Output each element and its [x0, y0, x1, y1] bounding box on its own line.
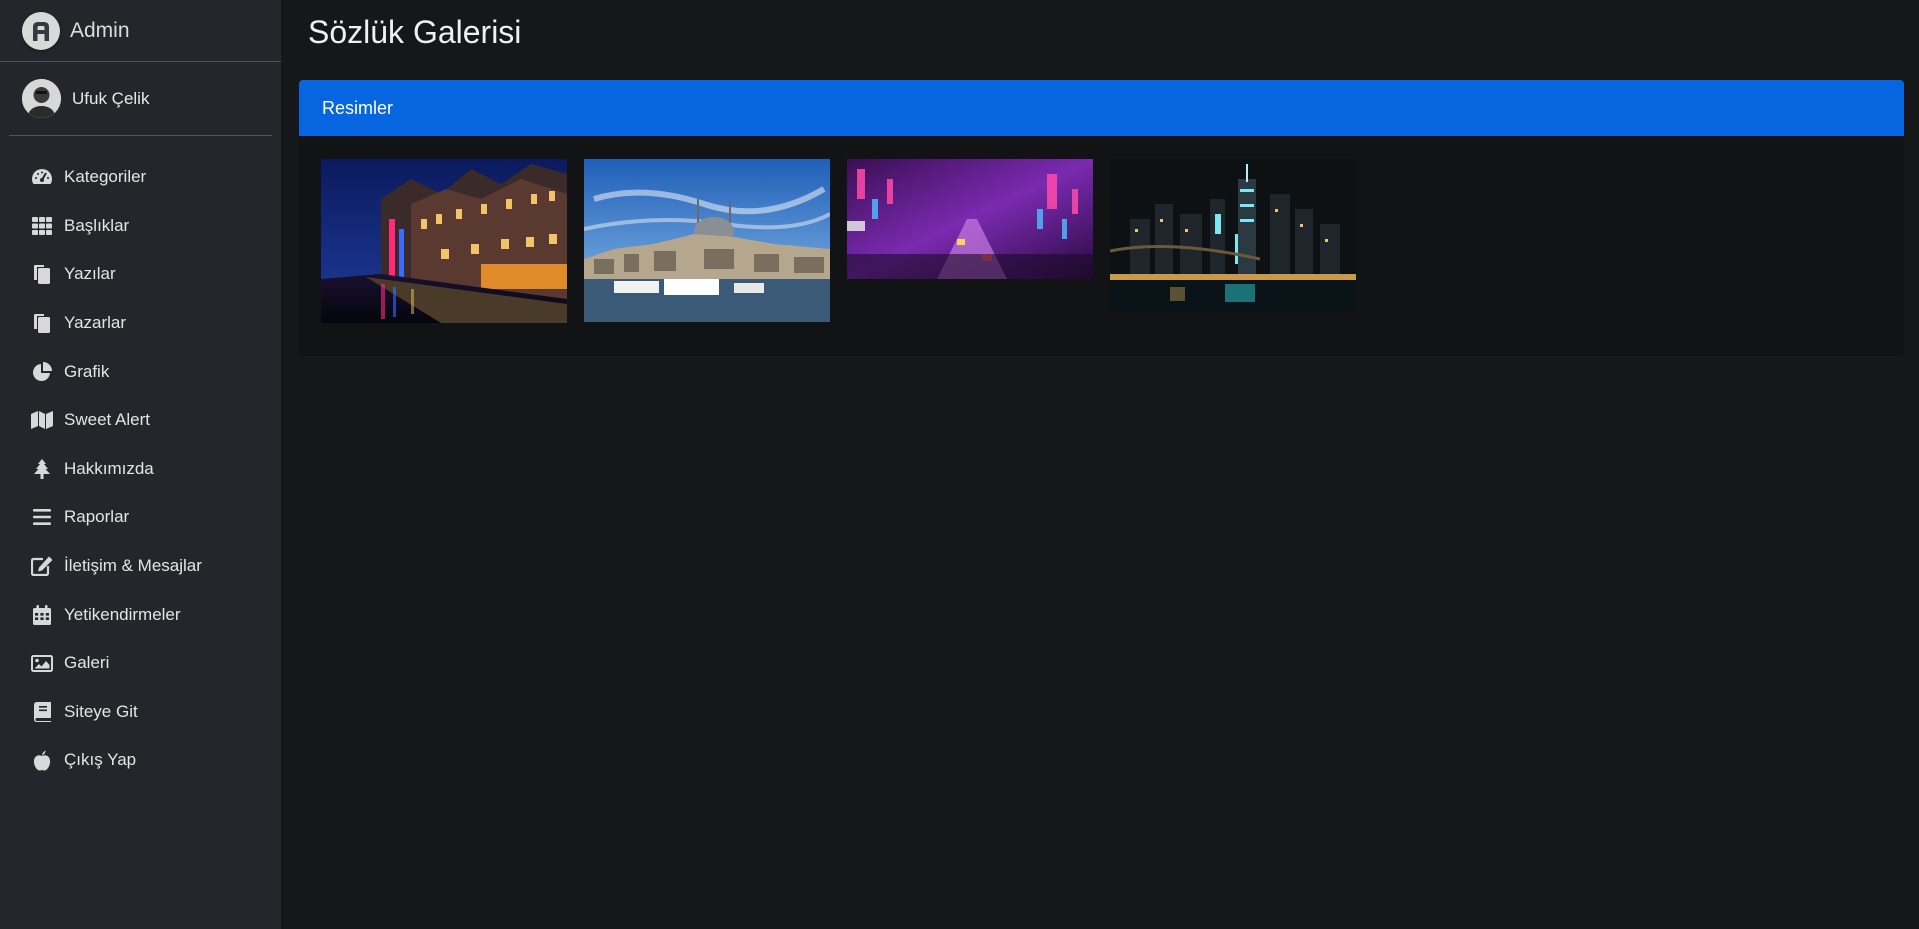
edit-icon — [30, 554, 54, 578]
bars-icon — [30, 505, 54, 529]
sidebar-item-label: Başlıklar — [64, 215, 130, 235]
user-panel[interactable]: Ufuk Çelik — [9, 62, 272, 136]
image-icon — [30, 651, 54, 675]
gallery-card: Resimler — [299, 80, 1904, 356]
gallery-image-new-york-skyline[interactable] — [1110, 159, 1356, 312]
sidebar-item-galeri[interactable]: Galeri — [0, 639, 281, 688]
brand-text: Admin — [70, 18, 130, 42]
copy-icon — [30, 311, 54, 335]
sidebar-item-label: Grafik — [64, 361, 110, 381]
sidebar-item-basliklar[interactable]: Başlıklar — [0, 202, 281, 251]
tachometer-icon — [30, 165, 54, 189]
sidebar-item-label: İletişim & Mesajlar — [64, 556, 202, 576]
page-title: Sözlük Galerisi — [308, 14, 522, 50]
sidebar-item-label: Galeri — [64, 653, 110, 673]
sidebar-item-label: Kategoriler — [64, 167, 147, 187]
sidebar-item-sweet-alert[interactable]: Sweet Alert — [0, 396, 281, 445]
sidebar-item-label: Yazılar — [64, 264, 116, 284]
sidebar-item-label: Siteye Git — [64, 701, 138, 721]
copy-icon — [30, 262, 54, 286]
gallery-image-neon-street[interactable] — [847, 159, 1093, 279]
sidebar-item-label: Raporlar — [64, 507, 130, 527]
tree-icon — [30, 457, 54, 481]
user-name: Ufuk Çelik — [72, 88, 150, 108]
sidebar-item-label: Hakkımızda — [64, 458, 154, 478]
grid-icon — [30, 214, 54, 238]
sidebar-item-hakkimizda[interactable]: Hakkımızda — [0, 445, 281, 494]
gallery-image-amsterdam-canal[interactable] — [321, 159, 567, 323]
card-title: Resimler — [299, 80, 1904, 136]
book-icon — [30, 700, 54, 724]
gallery-image-istanbul-mosque[interactable] — [584, 159, 830, 322]
calendar-icon — [30, 603, 54, 627]
brand-link[interactable]: Admin — [0, 0, 281, 62]
user-avatar — [22, 79, 61, 118]
sidebar-item-grafik[interactable]: Grafik — [0, 347, 281, 396]
sidebar-item-kategoriler[interactable]: Kategoriler — [0, 153, 281, 202]
sidebar-nav: Kategoriler Başlıklar Yazılar Yazarlar G… — [0, 153, 281, 785]
sidebar-item-yetkilendirmeler[interactable]: Yetikendirmeler — [0, 590, 281, 639]
sidebar-item-raporlar[interactable]: Raporlar — [0, 493, 281, 542]
sidebar-item-label: Yetikendirmeler — [64, 604, 181, 624]
sidebar-item-cikis-yap[interactable]: Çıkış Yap — [0, 736, 281, 785]
sidebar-item-label: Yazarlar — [64, 313, 127, 333]
gallery-grid — [299, 136, 1904, 323]
sidebar-item-label: Sweet Alert — [64, 410, 150, 430]
sidebar-item-yazilar[interactable]: Yazılar — [0, 250, 281, 299]
sidebar-item-siteye-git[interactable]: Siteye Git — [0, 688, 281, 737]
map-icon — [30, 408, 54, 432]
sidebar-item-yazarlar[interactable]: Yazarlar — [0, 299, 281, 348]
pie-chart-icon — [30, 360, 54, 384]
sidebar-item-iletisim[interactable]: İletişim & Mesajlar — [0, 542, 281, 591]
sidebar-item-label: Çıkış Yap — [64, 750, 137, 770]
sidebar: Admin Ufuk Çelik Kategoriler Başlıklar Y… — [0, 0, 281, 929]
apple-icon — [30, 748, 54, 772]
brand-logo-icon — [22, 11, 60, 50]
